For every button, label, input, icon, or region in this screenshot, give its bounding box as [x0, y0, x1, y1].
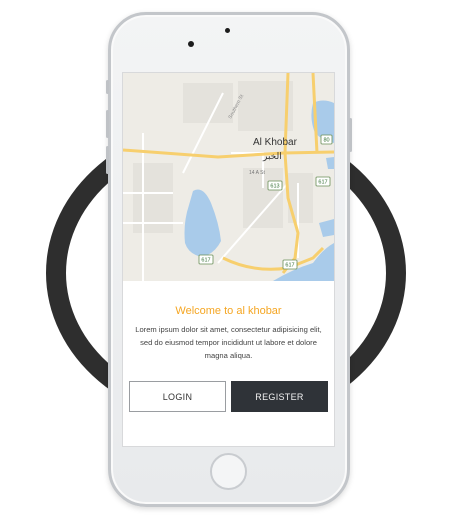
- phone-mute-switch: [106, 80, 109, 94]
- map-city-label-arabic: الخبر: [262, 151, 282, 161]
- phone-camera: [188, 41, 194, 47]
- home-button[interactable]: [210, 453, 247, 490]
- phone-speaker: [225, 28, 230, 33]
- map-street-label: 14 A St: [249, 170, 265, 176]
- welcome-description: Lorem ipsum dolor sit amet, consectetur …: [135, 325, 322, 360]
- map-city-label: Al Khobar: [253, 137, 298, 148]
- map-view[interactable]: 80 613 617 617 617 Al Khobar الخبر 14 A …: [123, 73, 334, 281]
- phone-volume-down: [106, 146, 109, 174]
- map-route-shield: 617: [285, 263, 294, 269]
- phone-volume-up: [106, 110, 109, 138]
- map-route-shield: 617: [201, 258, 210, 264]
- app-screen: 80 613 617 617 617 Al Khobar الخبر 14 A …: [123, 73, 334, 446]
- map-route-shield: 617: [318, 180, 327, 186]
- welcome-title: Welcome to al khobar: [175, 305, 282, 317]
- map-route-shield: 613: [270, 184, 279, 190]
- login-button[interactable]: LOGIN: [129, 381, 226, 412]
- register-button[interactable]: REGISTER: [231, 381, 328, 412]
- phone-power-button: [349, 118, 352, 152]
- map-route-shield: 80: [323, 138, 329, 144]
